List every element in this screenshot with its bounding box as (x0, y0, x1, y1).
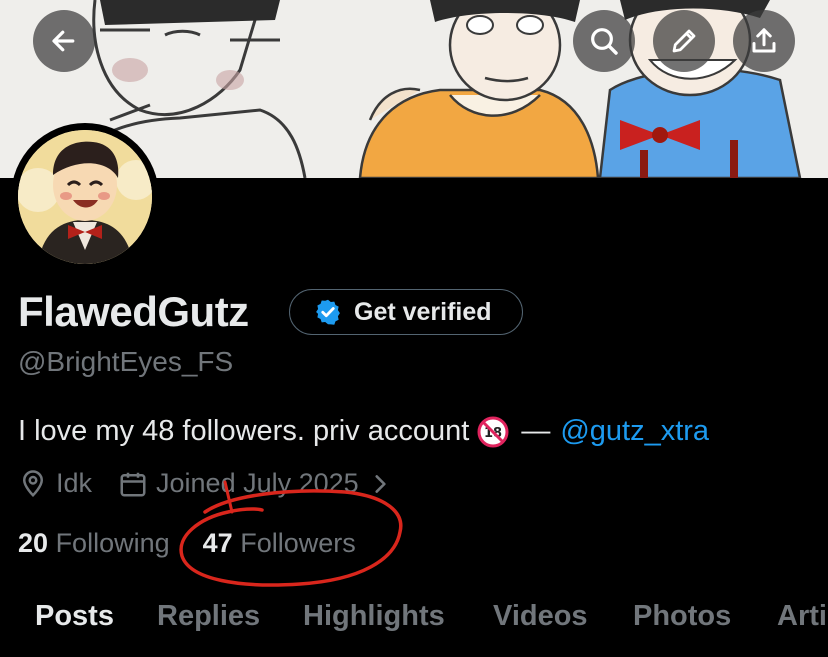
edit-pencil-icon (672, 29, 696, 53)
bio: I love my 48 followers. priv account 18 … (18, 415, 709, 448)
tab-replies[interactable]: Replies (157, 600, 260, 633)
bio-separator: — (521, 415, 551, 447)
display-name: FlawedGutz (18, 288, 249, 335)
tab-photos[interactable]: Photos (633, 600, 731, 633)
back-arrow-icon (52, 30, 75, 52)
verified-badge-icon (316, 299, 340, 325)
tab-articles[interactable]: Arti (777, 600, 827, 633)
bio-link[interactable]: @gutz_xtra (560, 415, 709, 448)
get-verified-label: Get verified (354, 297, 492, 326)
get-verified-button[interactable]: Get verified (289, 289, 523, 335)
following-label: Following (55, 528, 170, 558)
chevron-right-icon[interactable] (367, 471, 393, 497)
no-under-18-icon: 18 (477, 416, 509, 447)
profile-tabs: Posts Replies Highlights Videos Photos A… (0, 600, 828, 657)
tab-videos[interactable]: Videos (493, 600, 588, 633)
share-button[interactable] (733, 10, 795, 72)
followers-link[interactable]: 47 Followers (203, 528, 356, 558)
avatar-illustration (18, 130, 152, 264)
following-link[interactable]: 20 Following (18, 528, 170, 558)
follow-stats: 20 Following 47 Followers (18, 528, 356, 559)
location-text: Idk (56, 468, 93, 498)
location-pin-icon (22, 469, 44, 497)
share-upload-icon (752, 28, 776, 53)
edit-button[interactable] (653, 10, 715, 72)
handle: @BrightEyes_FS (18, 346, 234, 377)
tab-highlights[interactable]: Highlights (303, 600, 445, 633)
search-button[interactable] (573, 10, 635, 72)
search-icon (591, 28, 618, 55)
following-count: 20 (18, 528, 49, 558)
followers-count: 47 (202, 528, 233, 558)
calendar-icon (120, 472, 146, 496)
back-button[interactable] (33, 10, 95, 72)
joined-date: Joined July 2025 (156, 468, 359, 498)
tab-posts[interactable]: Posts (35, 600, 114, 633)
bio-text: I love my 48 followers. priv account (18, 415, 470, 447)
avatar[interactable] (11, 123, 159, 271)
followers-label: Followers (240, 528, 356, 558)
profile-meta: Idk Joined July 2025 (18, 468, 393, 499)
